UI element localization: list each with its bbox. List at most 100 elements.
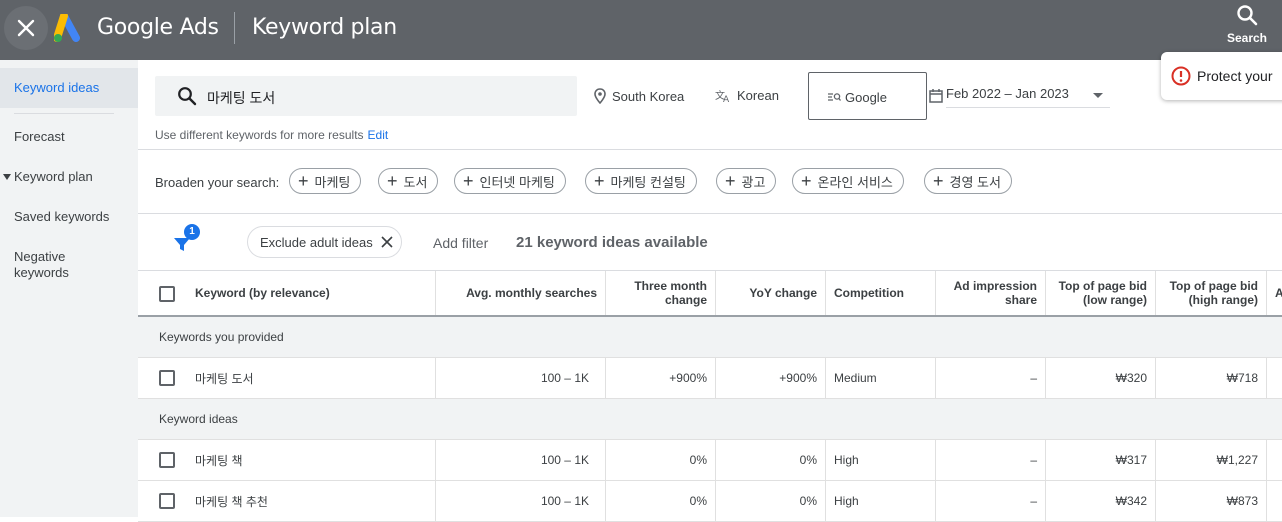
chip-label: 도서 — [403, 174, 428, 190]
language-selector[interactable]: 文 A Korean — [715, 88, 779, 103]
chip-label: 광고 — [741, 174, 766, 190]
competition-cell: Medium — [826, 358, 936, 398]
group-label: Keyword ideas — [159, 412, 238, 426]
table-row: 마케팅 책 100 – 1K 0% 0% High – ₩317 ₩1,227 — [138, 440, 1282, 481]
header-extra[interactable]: A — [1267, 271, 1282, 315]
broaden-chip[interactable]: + 인터넷 마케팅 — [454, 168, 566, 194]
keyword-cell: 마케팅 도서 — [138, 358, 436, 398]
close-icon[interactable] — [381, 236, 393, 248]
avg-monthly-cell: 100 – 1K — [436, 440, 606, 480]
table-row: 마케팅 책 추천 100 – 1K 0% 0% High – ₩342 ₩873 — [138, 481, 1282, 522]
header-ad-impression[interactable]: Ad impression share — [936, 271, 1046, 315]
sidebar-item-keyword-plan[interactable]: Keyword plan — [0, 169, 138, 184]
broaden-chip[interactable]: + 마케팅 — [289, 168, 362, 194]
broaden-search-bar: Broaden your search: + 마케팅 + 도서 + 인터넷 마케팅 +… — [138, 149, 1282, 214]
chip-label: 경영 도서 — [949, 174, 1001, 190]
sidebar-divider — [14, 113, 114, 114]
caret-down-icon — [3, 173, 11, 180]
header-three-month[interactable]: Three month change — [606, 271, 716, 315]
broaden-chip[interactable]: + 도서 — [378, 168, 439, 194]
sidebar-item-keyword-plan-label: Keyword plan — [14, 169, 93, 184]
three-month-cell: +900% — [606, 358, 716, 398]
group-header-ideas: Keyword ideas — [138, 399, 1282, 440]
location-label: South Korea — [612, 88, 685, 104]
competition-cell: High — [826, 481, 936, 521]
header-ad-impression-line2: share — [1004, 293, 1037, 307]
keyword-search-field[interactable]: 마케팅 도서 — [155, 76, 577, 116]
competition-cell: High — [826, 440, 936, 480]
header-keyword-label: Keyword (by relevance) — [195, 286, 330, 300]
broaden-chip[interactable]: + 온라인 서비스 — [792, 168, 904, 194]
top-bid-low-cell: ₩320 — [1046, 358, 1156, 398]
plus-icon: + — [933, 171, 944, 191]
select-all-checkbox[interactable] — [159, 286, 175, 302]
keyword-search-value: 마케팅 도서 — [207, 90, 276, 106]
three-month-cell: 0% — [606, 440, 716, 480]
ad-impression-cell: – — [936, 481, 1046, 521]
header-top-bid-low-line2: (low range) — [1082, 293, 1147, 307]
table-header: Keyword (by relevance) Avg. monthly sear… — [138, 270, 1282, 317]
page-title: Keyword plan — [252, 15, 397, 40]
hint-text: Use different keywords for more results E… — [155, 128, 388, 142]
table-row: 마케팅 도서 100 – 1K +900% +900% Medium – ₩32… — [138, 358, 1282, 399]
header-competition[interactable]: Competition — [826, 271, 936, 315]
keyword-cell: 마케팅 책 — [138, 440, 436, 480]
svg-text:A: A — [723, 95, 730, 103]
ad-impression-cell: – — [936, 440, 1046, 480]
date-range-selector[interactable]: Feb 2022 – Jan 2023 — [946, 86, 1110, 108]
search-button[interactable]: Search — [1222, 4, 1272, 45]
chevron-down-icon — [1093, 93, 1103, 98]
broaden-chip[interactable]: + 경영 도서 — [924, 168, 1012, 194]
avg-monthly-cell: 100 – 1K — [436, 358, 606, 398]
location-selector[interactable]: South Korea — [594, 88, 684, 104]
sidebar-item-forecast[interactable]: Forecast — [0, 129, 138, 144]
header-keyword[interactable]: Keyword (by relevance) — [138, 271, 436, 315]
google-ads-logo — [54, 14, 80, 42]
sidebar-item-saved-keywords[interactable]: Saved keywords — [0, 209, 138, 224]
row-checkbox[interactable] — [159, 370, 175, 386]
broaden-chip[interactable]: + 광고 — [716, 168, 777, 194]
sidebar-item-negative-keywords[interactable]: Negative keywords — [0, 249, 90, 281]
top-app-bar: Google Ads Keyword plan Search — [0, 0, 1282, 60]
exclude-adult-filter-chip[interactable]: Exclude adult ideas — [247, 226, 402, 258]
top-bid-low-cell: ₩317 — [1046, 440, 1156, 480]
header-top-bid-low[interactable]: Top of page bid (low range) — [1046, 271, 1156, 315]
header-yoy[interactable]: YoY change — [716, 271, 826, 315]
top-bid-high-cell: ₩873 — [1156, 481, 1267, 521]
top-bid-low-cell: ₩342 — [1046, 481, 1156, 521]
yoy-cell: 0% — [716, 440, 826, 480]
sidebar-item-keyword-ideas[interactable]: Keyword ideas — [0, 68, 138, 108]
close-button[interactable] — [4, 6, 48, 50]
yoy-cell: 0% — [716, 481, 826, 521]
header-ad-impression-line1: Ad impression — [953, 279, 1037, 293]
protect-account-banner[interactable]: Protect your — [1161, 52, 1282, 100]
header-top-bid-high[interactable]: Top of page bid (high range) — [1156, 271, 1267, 315]
date-range-label: Feb 2022 – Jan 2023 — [946, 86, 1069, 101]
chip-label: 마케팅 — [314, 174, 351, 190]
plus-icon: + — [387, 171, 398, 191]
header-top-bid-low-line1: Top of page bid — [1058, 279, 1147, 293]
hint-label: Use different keywords for more results — [155, 128, 364, 142]
keyword-text: 마케팅 도서 — [195, 371, 254, 386]
add-filter-button[interactable]: Add filter — [433, 235, 488, 251]
close-icon — [17, 19, 35, 37]
search-network-selector[interactable]: Google — [808, 72, 927, 120]
broaden-chip[interactable]: + 마케팅 컨설팅 — [585, 168, 697, 194]
row-checkbox[interactable] — [159, 452, 175, 468]
keyword-cell: 마케팅 책 추천 — [138, 481, 436, 521]
edit-link[interactable]: Edit — [368, 128, 389, 142]
header-three-month-line2: change — [664, 293, 707, 307]
header-top-bid-high-line1: Top of page bid — [1169, 279, 1258, 293]
plus-icon: + — [594, 171, 605, 191]
plus-icon: + — [725, 171, 736, 191]
header-avg-monthly[interactable]: Avg. monthly searches — [436, 271, 606, 315]
filter-bar: 1 Exclude adult ideas Add filter 21 keyw… — [138, 214, 1282, 270]
location-pin-icon — [594, 88, 606, 104]
chip-label: 마케팅 컨설팅 — [610, 174, 686, 190]
header-top-bid-high-line2: (high range) — [1188, 293, 1258, 307]
yoy-cell: +900% — [716, 358, 826, 398]
chip-label: 온라인 서비스 — [817, 174, 893, 190]
keyword-text: 마케팅 책 추천 — [195, 494, 268, 509]
protect-label: Protect your — [1197, 68, 1273, 84]
row-checkbox[interactable] — [159, 493, 175, 509]
